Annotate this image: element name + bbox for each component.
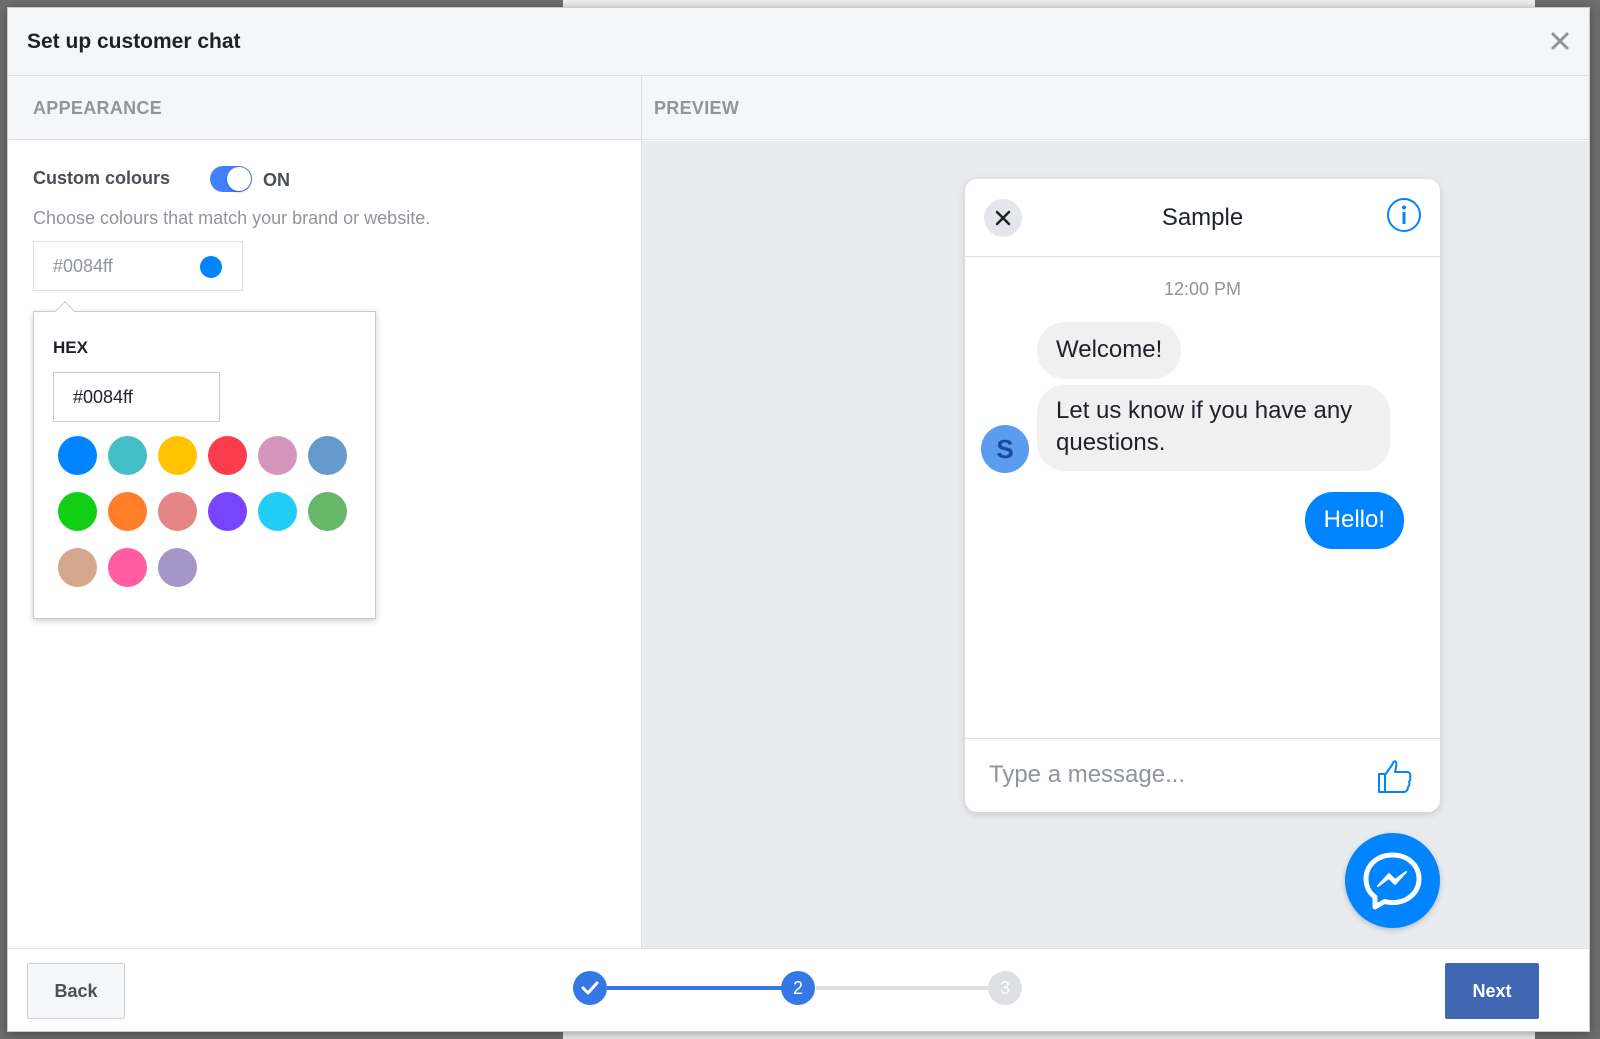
avatar: S: [981, 425, 1029, 473]
color-swatch[interactable]: [208, 492, 247, 531]
back-button[interactable]: Back: [27, 963, 125, 1019]
color-field-value: #0084ff: [53, 256, 113, 276]
color-preview-dot: [200, 256, 222, 278]
message-bubble-question: Let us know if you have any questions.: [1037, 385, 1390, 471]
step-2-current: 2: [781, 971, 815, 1005]
color-field[interactable]: #0084ff: [33, 241, 243, 291]
color-swatch[interactable]: [158, 492, 197, 531]
color-swatch[interactable]: [58, 436, 97, 475]
color-swatch[interactable]: [108, 436, 147, 475]
message-bubble-reply: Hello!: [1304, 492, 1404, 549]
color-swatch[interactable]: [108, 492, 147, 531]
next-button[interactable]: Next: [1445, 963, 1539, 1019]
step-connector-2: [816, 986, 988, 990]
color-swatch[interactable]: [58, 492, 97, 531]
custom-colours-help: Choose colours that match your brand or …: [33, 208, 431, 228]
color-swatch[interactable]: [308, 436, 347, 475]
color-swatch[interactable]: [258, 492, 297, 531]
dialog-footer: Back 2 3 Next: [8, 948, 1589, 1031]
step-3-upcoming: 3: [988, 971, 1022, 1005]
toggle-knob: [227, 167, 251, 191]
color-swatch[interactable]: [158, 436, 197, 475]
color-swatch[interactable]: [158, 548, 197, 587]
section-header-bar: APPEARANCE PREVIEW: [8, 76, 1589, 140]
color-swatch[interactable]: [308, 492, 347, 531]
color-swatch[interactable]: [258, 436, 297, 475]
step-connector-1: [607, 986, 782, 990]
color-swatch[interactable]: [208, 436, 247, 475]
step-1-done: [573, 971, 607, 1005]
progress-stepper: 2 3: [573, 967, 1023, 1007]
message-bubble-welcome: Welcome!: [1037, 322, 1182, 379]
color-swatch[interactable]: [108, 548, 147, 587]
chat-title: Sample: [1161, 204, 1244, 231]
message-input[interactable]: Type a message...: [989, 761, 1185, 789]
color-swatch[interactable]: [58, 548, 97, 587]
messenger-icon: [1363, 852, 1422, 910]
thumbs-up-icon[interactable]: [1376, 757, 1414, 795]
hex-label: HEX: [53, 338, 88, 357]
appearance-heading: APPEARANCE: [33, 98, 163, 118]
info-icon[interactable]: [1386, 197, 1422, 233]
close-icon[interactable]: [1549, 30, 1571, 52]
custom-colours-label: Custom colours: [33, 168, 171, 188]
chat-preview-window: Sample 12:00 PM Welcome! Let us know if …: [965, 179, 1440, 812]
chat-timestamp: 12:00 PM: [1163, 279, 1242, 299]
color-picker-popover: HEX: [33, 301, 376, 619]
chat-header: Sample: [965, 179, 1440, 257]
hex-input[interactable]: [53, 372, 220, 422]
setup-chat-dialog: Set up customer chat APPEARANCE PREVIEW …: [7, 7, 1590, 1032]
dialog-title: Set up customer chat: [27, 30, 241, 53]
chat-compose-bar: Type a message...: [965, 738, 1440, 812]
messenger-launcher-button[interactable]: [1345, 833, 1440, 928]
custom-colours-toggle[interactable]: [210, 166, 252, 192]
popover-arrow: [55, 301, 75, 321]
toggle-state-label: ON: [263, 170, 290, 190]
preview-heading: PREVIEW: [654, 98, 740, 118]
dialog-header: Set up customer chat: [8, 8, 1589, 76]
checkmark-icon: [581, 981, 599, 995]
